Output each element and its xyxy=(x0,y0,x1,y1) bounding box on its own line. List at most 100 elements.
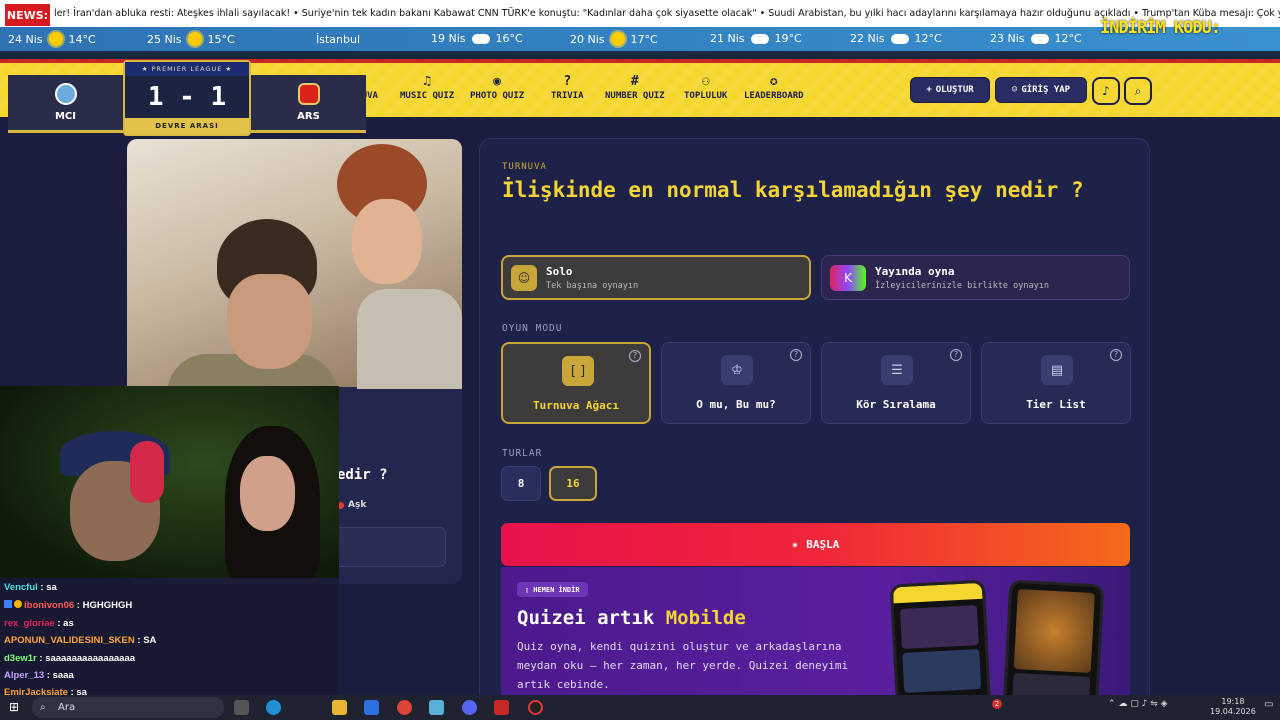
music-icon: ♫ xyxy=(423,74,431,89)
chrome-icon[interactable] xyxy=(397,700,412,715)
app-icon[interactable] xyxy=(429,700,444,715)
chat-message: APONUN_VALIDESINI_SKEN : SA xyxy=(4,635,157,646)
windows-start-icon[interactable]: ⊞ xyxy=(9,700,24,715)
obs-icon[interactable] xyxy=(528,700,543,715)
cloud-icon xyxy=(1030,33,1049,44)
cloud-icon xyxy=(750,33,769,44)
mode-tier-list[interactable]: ? ▤ Tier List xyxy=(981,342,1131,424)
mode-label: O mu, Bu mu? xyxy=(696,398,776,411)
taskbar-search[interactable]: ⌕ Ara xyxy=(32,697,224,718)
medal-icon: ✪ xyxy=(769,74,778,89)
photo-man-face xyxy=(227,274,312,369)
search-button[interactable]: ⌕ xyxy=(1124,77,1152,105)
weather-day: 19 Nis 16°C xyxy=(431,32,523,45)
tournament-panel: TURNUVA İlişkinde en normal karşılamadığ… xyxy=(479,138,1150,708)
round-option-16[interactable]: 16 xyxy=(549,466,597,501)
list-icon: ☰ xyxy=(881,355,913,385)
weather-day: 24 Nis 14°C xyxy=(8,32,96,46)
mode-tournament-tree[interactable]: ? [ ] Turnuva Ağacı xyxy=(501,342,651,424)
start-button[interactable]: ✷ BAŞLA xyxy=(501,523,1130,566)
stream-chat: Vencful : sa ibonivon06 : HGHGHGH rex_gl… xyxy=(0,578,339,698)
help-icon[interactable]: ? xyxy=(950,349,962,361)
mail-icon[interactable] xyxy=(364,700,379,715)
nav-music-quiz[interactable]: ♫ MUSIC QUIZ xyxy=(400,73,454,101)
tier-icon: ▤ xyxy=(1041,355,1073,385)
stream-subtitle: İzleyicilerinizle birlikte oynayın xyxy=(875,280,1049,291)
create-button[interactable]: + OLUŞTUR xyxy=(910,77,990,103)
task-view-icon[interactable] xyxy=(234,700,249,715)
nav-trivia[interactable]: ? TRIVIA xyxy=(551,73,584,101)
chat-message: Vencful : sa xyxy=(4,582,57,593)
plus-icon: + xyxy=(926,85,932,95)
weather-day: 22 Nis 12°C xyxy=(850,32,942,45)
match-status: DEVRE ARASI xyxy=(125,118,249,134)
file-explorer-icon[interactable] xyxy=(332,700,347,715)
score: 1 - 1 xyxy=(147,82,227,112)
sparkle-icon: ✷ xyxy=(791,538,799,551)
news-text: ler! İran'dan abluka resti: Ateşkes ihla… xyxy=(54,8,1280,19)
sun-icon xyxy=(187,32,202,46)
hash-icon: # xyxy=(630,74,639,89)
nav-number-quiz[interactable]: # NUMBER QUIZ xyxy=(605,73,665,101)
page-title: İlişkinde en normal karşılamadığın şey n… xyxy=(502,178,1084,202)
category-tag: Aşk xyxy=(337,500,366,510)
home-team: MCI xyxy=(8,75,123,133)
away-team: ARS xyxy=(251,75,366,133)
question-icon: ? xyxy=(563,74,572,89)
sun-icon xyxy=(610,32,625,46)
nav-topluluk[interactable]: ⚇ TOPLULUK xyxy=(684,73,727,101)
mode-label: Turnuva Ağacı xyxy=(532,399,620,412)
sun-icon xyxy=(48,32,63,46)
mode-label: Kör Sıralama xyxy=(856,398,936,411)
mobile-description: Quiz oyna, kendi quizini oluştur ve arka… xyxy=(517,640,849,691)
user-icon: ☺ xyxy=(511,264,537,291)
scoreboard-overlay: MCI ★ PREMIER LEAGUE ★ 1 - 1 DEVRE ARASI… xyxy=(8,60,366,136)
help-icon[interactable]: ? xyxy=(1110,349,1122,361)
stream-option[interactable]: K Yayında oyna İzleyicilerinizle birlikte… xyxy=(821,255,1130,300)
round-option-8[interactable]: 8 xyxy=(501,466,541,501)
chat-message: Alper_13 : saaa xyxy=(4,670,74,681)
weather-day: 23 Nis 12°C xyxy=(990,32,1082,45)
notifications-icon[interactable]: ▭ xyxy=(1264,699,1273,710)
search-icon: ⌕ xyxy=(40,702,46,713)
users-icon: ⚇ xyxy=(701,74,710,89)
login-button[interactable]: ☺ GİRİŞ YAP xyxy=(995,77,1087,103)
phone-mockup xyxy=(1002,579,1105,707)
photo-woman-body xyxy=(357,289,462,389)
chat-message: ibonivon06 : HGHGHGH xyxy=(4,600,132,611)
camera-icon: ◉ xyxy=(493,74,501,89)
discord-icon[interactable] xyxy=(462,700,477,715)
windows-taskbar: ⊞ ⌕ Ara 2 ⌃ ☁ ▢ ♪ ⇋ ◈ 19:18 19.04.2026 ▭ xyxy=(0,695,1280,720)
notification-button[interactable]: ♪ xyxy=(1092,77,1120,105)
panel-eyebrow: TURNUVA xyxy=(502,162,547,172)
clock[interactable]: 19:18 19.04.2026 xyxy=(1210,697,1256,717)
mode-this-or-that[interactable]: ? ♔ O mu, Bu mu? xyxy=(661,342,811,424)
solo-option[interactable]: ☺ Solo Tek başına oynayın xyxy=(501,255,811,300)
phone-mockup xyxy=(889,579,992,707)
chat-message: d3ew1r : saaaaaaaaaaaaaaaa xyxy=(4,653,136,664)
league-label: ★ PREMIER LEAGUE ★ xyxy=(125,62,249,76)
weather-day: 20 Nis 17°C xyxy=(570,32,658,46)
badge-icon xyxy=(4,600,12,608)
ars-crest-icon xyxy=(297,83,320,105)
nav-leaderboard[interactable]: ✪ LEADERBOARD xyxy=(744,73,804,101)
help-icon[interactable]: ? xyxy=(790,349,802,361)
solo-subtitle: Tek başına oynayın xyxy=(546,280,639,291)
help-icon[interactable]: ? xyxy=(629,350,641,362)
edge-icon[interactable] xyxy=(266,700,281,715)
nav-photo-quiz[interactable]: ◉ PHOTO QUIZ xyxy=(470,73,524,101)
app-icon[interactable] xyxy=(494,700,509,715)
headset-icon xyxy=(130,441,164,503)
score-box: ★ PREMIER LEAGUE ★ 1 - 1 DEVRE ARASI xyxy=(123,60,251,136)
mobile-promo: ▯ HEMEN İNDİR Quizei artık Mobilde Quiz o… xyxy=(501,567,1130,707)
mode-blind-ranking[interactable]: ? ☰ Kör Sıralama xyxy=(821,342,971,424)
phone-icon: ▯ xyxy=(525,585,530,594)
notification-badge: 2 xyxy=(992,699,1002,709)
download-badge[interactable]: ▯ HEMEN İNDİR xyxy=(517,582,588,597)
crown-icon: ♔ xyxy=(721,355,753,385)
chat-message: rex_gloriae : as xyxy=(4,618,74,629)
card-action-box[interactable] xyxy=(327,527,446,567)
solo-title: Solo xyxy=(546,264,573,278)
card-title: edir ? xyxy=(337,467,388,483)
tray-icons[interactable]: ⌃ ☁ ▢ ♪ ⇋ ◈ xyxy=(1108,699,1168,709)
